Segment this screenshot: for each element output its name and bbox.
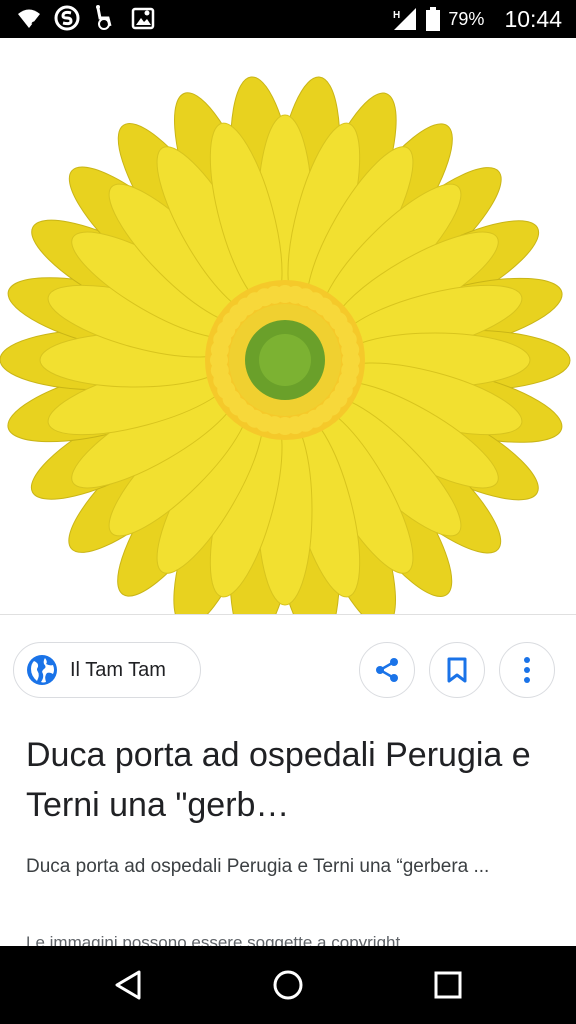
back-triangle-icon: [115, 970, 141, 1000]
copyright-notice: Le immagini possono essere soggette a co…: [26, 932, 546, 946]
svg-text:H: H: [393, 10, 400, 21]
navigation-bar: [0, 946, 576, 1024]
clock: 10:44: [504, 5, 562, 32]
gallery-icon: [131, 7, 155, 30]
source-name: Il Tam Tam: [70, 658, 166, 681]
globe-icon: [27, 655, 57, 685]
recents-button[interactable]: [423, 960, 473, 1010]
swiftkey-icon: [54, 5, 80, 31]
bookmark-icon: [447, 657, 467, 683]
recents-square-icon: [434, 971, 462, 999]
result-title[interactable]: Duca porta ad ospedali Perugia e Terni u…: [26, 730, 546, 830]
more-options-button[interactable]: [499, 642, 555, 698]
wifi-question-icon: ?: [18, 9, 40, 32]
more-vert-icon: [524, 657, 530, 683]
divider: [0, 614, 576, 615]
home-button[interactable]: [263, 960, 313, 1010]
gerbera-flower-image: [0, 76, 571, 614]
back-button[interactable]: [103, 960, 153, 1010]
svg-text:?: ?: [31, 20, 38, 32]
status-left-icons: ?: [16, 4, 156, 32]
result-image[interactable]: [0, 38, 576, 614]
share-icon: [376, 658, 398, 682]
result-snippet: Duca porta ad ospedali Perugia e Terni u…: [26, 856, 490, 877]
copyright-text: Le immagini possono essere soggette a co…: [26, 933, 405, 946]
home-circle-icon: [273, 970, 303, 1000]
network-h-plus-icon: H: [393, 8, 417, 30]
screen: ? H 79% 10:44 Il Tam Tam Duca porta ad o…: [0, 0, 576, 1024]
share-button[interactable]: [359, 642, 415, 698]
battery-icon: [426, 7, 441, 31]
battery-percent: 79%: [448, 8, 485, 29]
accessibility-icon: [96, 5, 112, 30]
source-chip[interactable]: Il Tam Tam: [13, 642, 201, 698]
status-right-icons: H 79% 10:44: [392, 0, 562, 38]
status-bar: ? H 79% 10:44: [0, 0, 576, 38]
save-button[interactable]: [429, 642, 485, 698]
